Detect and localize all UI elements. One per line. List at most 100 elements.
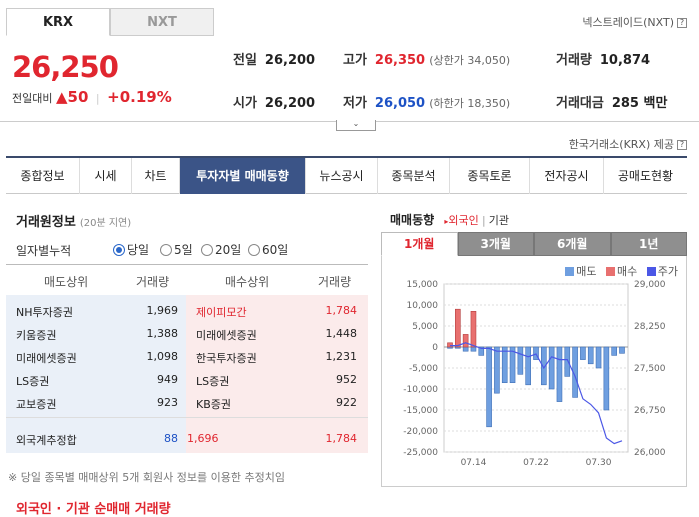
seller-volume: 1,969 xyxy=(146,304,179,317)
change-label: 전일대비 xyxy=(12,92,53,105)
nxt-link[interactable]: 넥스트레이드(NXT)? xyxy=(582,14,687,30)
quote-label: 고가 xyxy=(343,53,367,68)
sell-bar xyxy=(501,346,508,384)
estimate-footnote: ※ 당일 종목별 매매상위 5개 회원사 정보를 이용한 추정치임 xyxy=(8,471,285,484)
radio-60d[interactable]: 60일 xyxy=(248,241,288,258)
header-buy-volume: 거래량 xyxy=(318,275,352,289)
sell-bar xyxy=(462,346,469,352)
trend-chart-svg: 15,000 10,000 5,000 0 -5,000 -10,000 -15,000 -2… xyxy=(403,280,666,468)
radio-icon[interactable] xyxy=(248,244,260,256)
x-tick-label: 07.22 xyxy=(523,458,549,468)
sell-bar xyxy=(595,346,602,369)
sell-bar xyxy=(548,346,555,390)
quote-value: 285 백만 xyxy=(611,96,668,111)
radio-selected-icon[interactable] xyxy=(113,244,125,256)
quote-value: 26,050 xyxy=(374,96,426,111)
sell-bar xyxy=(470,346,477,352)
quote-open: 시가 26,200 xyxy=(233,92,315,111)
radio-20d[interactable]: 20일 xyxy=(201,241,241,258)
broker-section-title: 거래원정보 (20분 지연) xyxy=(16,211,131,230)
nxt-link-label: 넥스트레이드(NXT) xyxy=(582,16,674,29)
sell-bar xyxy=(619,346,625,354)
tab-6-month[interactable]: 6개월 xyxy=(534,232,611,256)
quote-prev-close: 전일 26,200 xyxy=(233,49,315,68)
buyer-volume: 1,231 xyxy=(325,350,358,363)
seller-name: 키움증권 xyxy=(16,329,57,342)
x-tick-label: 07.14 xyxy=(461,458,487,468)
tab-discussion[interactable]: 종목토론 xyxy=(450,158,530,194)
y2-tick-label: 26,000 xyxy=(634,448,666,458)
radio-label: 5일 xyxy=(174,243,193,257)
broker-table: 매도상위 거래량 매수상위 거래량 NH투자증권 1,969 제이피모간 1,7… xyxy=(6,264,368,460)
sell-bar xyxy=(494,346,500,394)
price-change: 전일대비 ▲50 | +0.19% xyxy=(12,88,172,106)
buyer-name: LS증권 xyxy=(196,375,230,388)
tab-chart[interactable]: 차트 xyxy=(132,158,180,194)
buyer-volume: 1,448 xyxy=(325,327,358,340)
y-tick-label: 5,000 xyxy=(412,322,438,332)
tab-3-month[interactable]: 3개월 xyxy=(457,232,534,256)
divider: | xyxy=(95,92,100,105)
sell-bar xyxy=(603,346,610,411)
buyer-volume: 1,784 xyxy=(325,304,358,317)
sell-bar xyxy=(587,346,594,365)
radio-label: 당일 xyxy=(127,243,150,257)
delay-note: (20분 지연) xyxy=(79,218,132,229)
sell-bar xyxy=(611,346,617,356)
krx-source-note: 한국거래소(KRX) 제공? xyxy=(569,136,687,152)
y-tick-label: -5,000 xyxy=(409,364,438,374)
y-tick-label: 10,000 xyxy=(407,301,439,311)
radio-icon[interactable] xyxy=(201,244,213,256)
quote-amount: 거래대금 285 백만 xyxy=(556,92,667,111)
tab-investor-trading[interactable]: 투자자별 매매동향 xyxy=(180,158,306,194)
seller-name: 미래에셋증권 xyxy=(16,352,77,365)
buy-bar xyxy=(462,334,469,348)
tab-1-month[interactable]: 1개월 xyxy=(381,232,458,256)
y2-tick-label: 26,750 xyxy=(634,406,666,416)
quote-volume: 거래량 10,874 xyxy=(556,49,650,68)
radio-icon[interactable] xyxy=(160,244,172,256)
quote-value: 26,200 xyxy=(264,96,316,111)
tab-1-year[interactable]: 1년 xyxy=(610,232,687,256)
help-icon[interactable]: ? xyxy=(677,140,687,150)
radio-5d[interactable]: 5일 xyxy=(160,241,193,258)
expand-toggle-icon[interactable]: ⌄ xyxy=(336,120,376,131)
y-tick-label: -20,000 xyxy=(403,427,438,437)
tab-news[interactable]: 뉴스공시 xyxy=(306,158,378,194)
y-tick-label: -25,000 xyxy=(403,448,438,458)
buy-bar xyxy=(470,310,477,348)
tab-analysis[interactable]: 종목분석 xyxy=(378,158,450,194)
tab-disclosure[interactable]: 전자공시 xyxy=(530,158,604,194)
current-price: 26,250 xyxy=(12,50,119,84)
quote-high: 고가 26,350 (상한가 34,050) xyxy=(343,49,510,68)
sell-bar xyxy=(556,346,563,402)
tab-overview[interactable]: 종합정보 xyxy=(6,158,80,194)
tab-nxt[interactable]: NXT xyxy=(110,8,214,36)
sell-bar xyxy=(517,346,524,375)
seller-volume: 949 xyxy=(157,373,178,386)
link-foreign[interactable]: ▸외국인 xyxy=(444,214,478,227)
seller-name: NH투자증권 xyxy=(16,306,73,319)
foreign-total-label: 외국계추정합 xyxy=(16,434,77,447)
header-top-buyers: 매수상위 xyxy=(225,275,270,289)
buyer-name: 한국투자증권 xyxy=(196,352,257,365)
link-institution[interactable]: 기관 xyxy=(489,214,509,227)
tab-short-selling[interactable]: 공매도현황 xyxy=(604,158,687,194)
y2-tick-label: 29,000 xyxy=(634,280,666,290)
help-icon[interactable]: ? xyxy=(677,18,687,28)
trend-chart: 매도 매수 주가 15,000 10,000 5,000 0 -5,000 -10,000… xyxy=(381,256,687,487)
quote-value: 26,200 xyxy=(264,53,316,68)
buyer-name: 미래에셋증권 xyxy=(196,329,257,342)
sell-bar xyxy=(564,346,571,377)
radio-today[interactable]: 당일 xyxy=(113,241,149,258)
buyer-name: 제이피모간 xyxy=(196,306,247,319)
buyer-volume: 952 xyxy=(336,373,357,386)
period-tabs: 1개월 3개월 6개월 1년 xyxy=(381,232,687,256)
y-tick-label: -10,000 xyxy=(403,385,438,395)
foreign-buy-total: 1,784 xyxy=(325,432,358,445)
tab-quotes[interactable]: 시세 xyxy=(80,158,132,194)
quote-label: 저가 xyxy=(343,96,367,111)
y-tick-label: 0 xyxy=(432,343,438,353)
tab-krx[interactable]: KRX xyxy=(6,8,110,36)
header-top-sellers: 매도상위 xyxy=(44,275,89,289)
